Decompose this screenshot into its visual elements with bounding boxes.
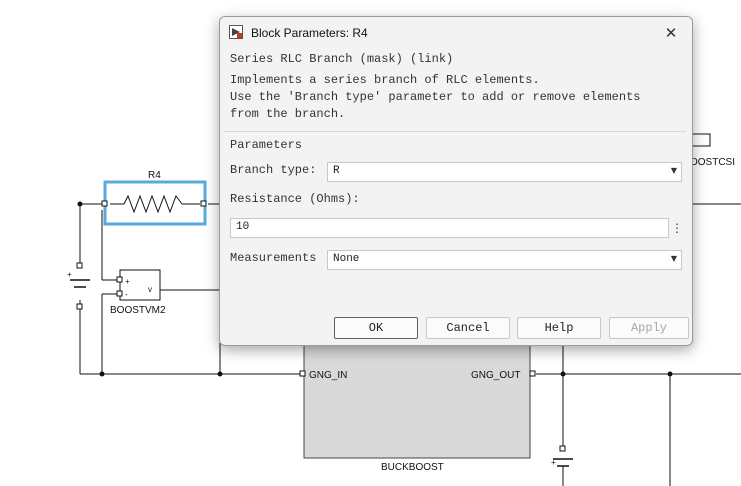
measurements-select[interactable]: None ▼ <box>327 250 682 270</box>
junction-dot <box>217 371 223 377</box>
junction-dot <box>560 371 566 377</box>
port-out-connector <box>529 370 536 377</box>
close-button[interactable]: ✕ <box>656 21 686 45</box>
r4-resistor-block[interactable] <box>101 194 207 214</box>
measurements-value: None <box>333 253 360 265</box>
buckboost-subsystem[interactable] <box>303 329 531 459</box>
subsystem-label: BUCKBOOST <box>381 462 444 473</box>
port-in-connector <box>299 370 306 377</box>
r4-label: R4 <box>148 170 161 181</box>
current-sensor-block[interactable] <box>689 133 711 147</box>
chevron-down-icon: ▼ <box>670 166 677 175</box>
branch-type-select[interactable]: R ▼ <box>327 162 682 182</box>
description-line: from the branch. <box>230 107 346 121</box>
source-plus-left: + <box>67 270 72 279</box>
dialog-titlebar[interactable]: Block Parameters: R4 ✕ <box>220 17 692 49</box>
ok-button[interactable]: OK <box>334 317 418 339</box>
junction-dot <box>667 371 673 377</box>
resistance-value: 10 <box>236 221 250 233</box>
junction-dot <box>99 371 105 377</box>
cancel-button[interactable]: Cancel <box>426 317 510 339</box>
port-out-label: GNG_OUT <box>471 370 520 381</box>
voltmeter-block[interactable] <box>116 269 161 301</box>
vertical-ellipsis-icon[interactable]: ⋮ <box>671 218 683 238</box>
current-sensor-label: OOSTCSI <box>690 157 735 168</box>
source-plus-right: + <box>551 458 556 467</box>
branch-type-label: Branch type: <box>230 163 317 177</box>
description-line: Use the 'Branch type' parameter to add o… <box>230 90 641 104</box>
parameters-heading: Parameters <box>230 138 303 152</box>
chevron-down-icon: ▼ <box>670 254 677 263</box>
voltmeter-label: BOOSTVM2 <box>110 305 166 316</box>
help-button[interactable]: Help <box>517 317 601 339</box>
apply-button[interactable]: Apply <box>609 317 689 339</box>
simulink-block-icon <box>229 25 243 39</box>
dc-source-right[interactable] <box>553 445 573 467</box>
description-panel: Series RLC Branch (mask) (link) Implemen… <box>228 49 686 127</box>
port-in-label: GNG_IN <box>309 370 347 381</box>
description-line: Implements a series branch of RLC elemen… <box>230 73 540 87</box>
resistance-input[interactable]: 10 <box>230 218 669 238</box>
measurements-label: Measurements <box>230 251 317 265</box>
resistance-label: Resistance (Ohms): <box>230 192 360 206</box>
block-parameters-dialog: Block Parameters: R4 ✕ Series RLC Branch… <box>219 16 693 346</box>
close-icon: ✕ <box>664 24 678 42</box>
voltmeter-output: v <box>148 285 152 294</box>
voltmeter-minus: - <box>125 290 128 299</box>
mask-header: Series RLC Branch (mask) (link) <box>230 52 454 66</box>
dialog-title: Block Parameters: R4 <box>251 26 368 40</box>
branch-type-value: R <box>333 165 340 177</box>
divider <box>224 131 686 132</box>
junction-dot <box>77 201 83 207</box>
voltmeter-plus: + <box>125 277 130 286</box>
